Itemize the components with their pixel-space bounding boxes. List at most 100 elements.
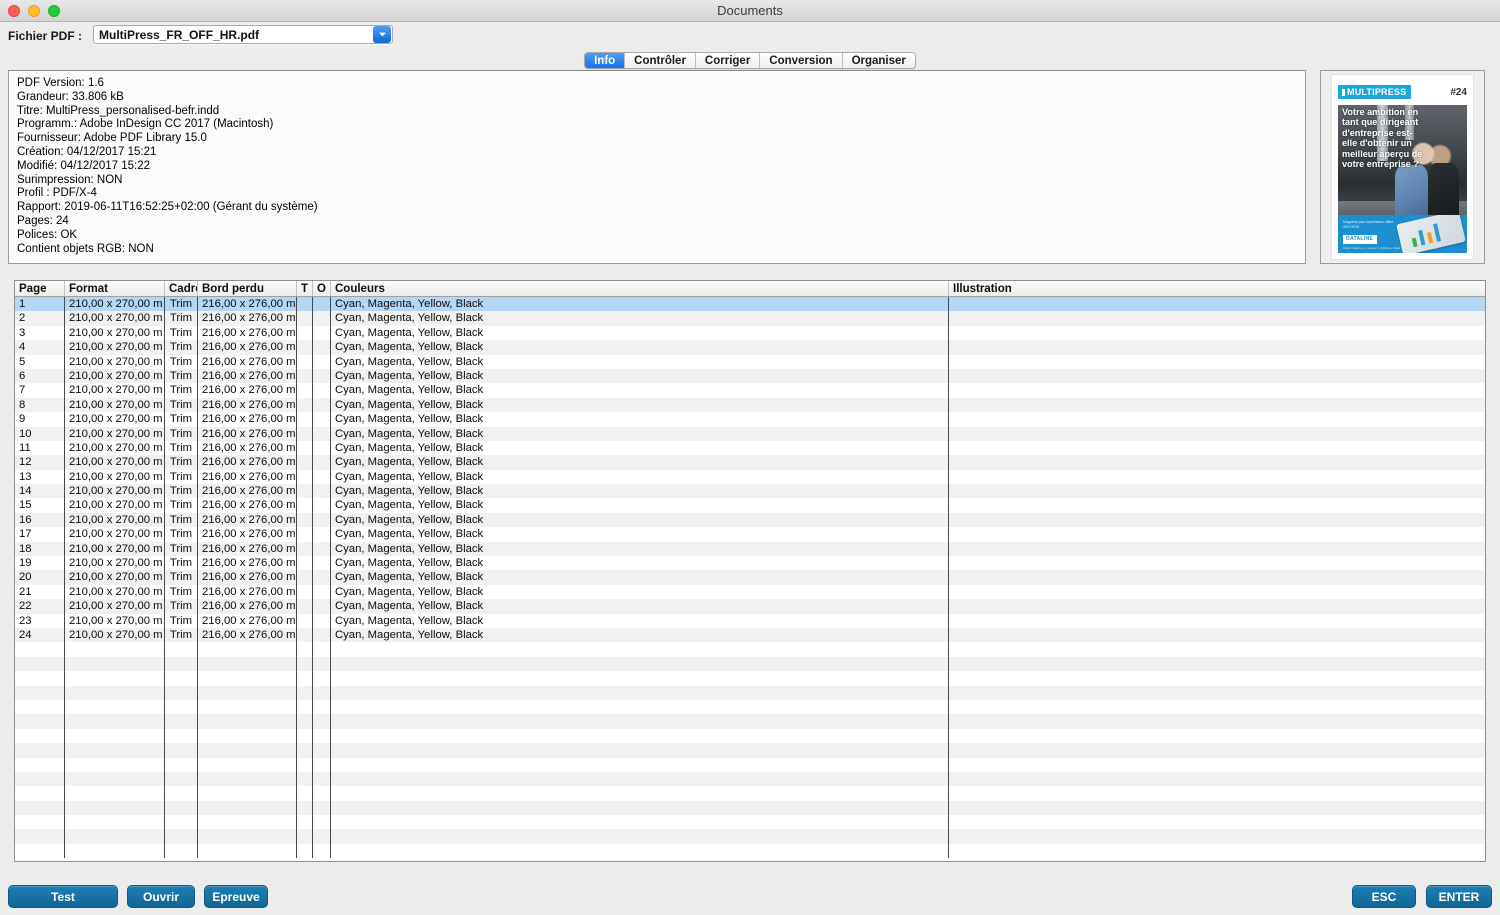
table-row[interactable] — [15, 843, 1485, 859]
table-row[interactable] — [15, 685, 1485, 700]
cell-cadre — [165, 714, 198, 729]
pages-table[interactable]: Page Format Cadre Bord perdu T O Couleur… — [14, 280, 1486, 862]
cell-format — [65, 829, 165, 844]
cell-cadre — [165, 786, 198, 801]
table-row[interactable]: 11 210,00 x 270,00 m Trim 216,00 x 276,00 m… — [15, 440, 1485, 456]
table-row[interactable]: 23 210,00 x 270,00 m Trim 216,00 x 276,00 m… — [15, 613, 1485, 628]
table-row[interactable] — [15, 728, 1485, 744]
table-row[interactable] — [15, 771, 1485, 787]
table-row[interactable]: 15 210,00 x 270,00 m Trim 216,00 x 276,00 m… — [15, 498, 1485, 513]
tab-controler[interactable]: Contrôler — [625, 53, 696, 68]
cell-t — [297, 484, 313, 499]
column-header-format[interactable]: Format — [65, 281, 165, 296]
cell-page — [15, 656, 65, 672]
column-header-couleurs[interactable]: Couleurs — [331, 281, 949, 296]
epreuve-button[interactable]: Epreuve — [204, 885, 268, 908]
column-header-cadre[interactable]: Cadre — [165, 281, 198, 296]
table-row[interactable]: 6 210,00 x 270,00 m Trim 216,00 x 276,00 m C… — [15, 368, 1485, 384]
table-row[interactable] — [15, 699, 1485, 715]
chevron-down-icon[interactable] — [373, 26, 391, 43]
cell-bord-perdu: 216,00 x 276,00 m — [198, 584, 297, 600]
table-row[interactable]: 2 210,00 x 270,00 m Trim 216,00 x 276,00 m C… — [15, 311, 1485, 326]
photo-person-shirt — [1394, 165, 1429, 219]
cell-format: 210,00 x 270,00 m — [65, 527, 165, 542]
enter-button[interactable]: ENTER — [1426, 885, 1492, 908]
pdf-file-combobox[interactable]: MultiPress_FR_OFF_HR.pdf — [93, 25, 393, 44]
table-row[interactable]: 5 210,00 x 270,00 m Trim 216,00 x 276,00 m C… — [15, 354, 1485, 369]
cell-o — [313, 455, 331, 470]
table-row[interactable]: 19 210,00 x 270,00 m Trim 216,00 x 276,00 m… — [15, 556, 1485, 571]
cell-o — [313, 397, 331, 413]
table-row[interactable]: 22 210,00 x 270,00 m Trim 216,00 x 276,00 m… — [15, 599, 1485, 614]
cell-format — [65, 642, 165, 657]
cell-bord-perdu: 216,00 x 276,00 m — [198, 368, 297, 384]
table-row[interactable]: 4 210,00 x 270,00 m Trim 216,00 x 276,00 m C… — [15, 340, 1485, 355]
cell-bord-perdu — [198, 757, 297, 772]
table-row[interactable] — [15, 642, 1485, 657]
cell-format: 210,00 x 270,00 m — [65, 584, 165, 600]
table-row[interactable]: 12 210,00 x 270,00 m Trim 216,00 x 276,00 m… — [15, 455, 1485, 470]
cell-couleurs: Cyan, Magenta, Yellow, Black — [331, 484, 949, 499]
minimize-button[interactable] — [28, 5, 40, 17]
table-row[interactable]: 1 210,00 x 270,00 m Trim 216,00 x 276,00 m C… — [15, 297, 1485, 312]
table-row[interactable]: 3 210,00 x 270,00 m Trim 216,00 x 276,00 m C… — [15, 325, 1485, 341]
issue-number: #24 — [1450, 86, 1467, 98]
cell-cadre — [165, 656, 198, 672]
cell-cadre — [165, 800, 198, 816]
close-button[interactable] — [8, 5, 20, 17]
cell-t — [297, 426, 313, 441]
table-row[interactable] — [15, 656, 1485, 672]
table-row[interactable]: 17 210,00 x 270,00 m Trim 216,00 x 276,00 m… — [15, 527, 1485, 542]
table-row[interactable] — [15, 757, 1485, 772]
cell-page: 6 — [15, 368, 65, 384]
cell-page: 12 — [15, 455, 65, 470]
column-header-page[interactable]: Page — [15, 281, 65, 296]
cell-format — [65, 771, 165, 787]
table-row[interactable] — [15, 714, 1485, 729]
cell-bord-perdu — [198, 728, 297, 744]
table-row[interactable]: 21 210,00 x 270,00 m Trim 216,00 x 276,00 m… — [15, 584, 1485, 600]
table-row[interactable]: 16 210,00 x 270,00 m Trim 216,00 x 276,00 m… — [15, 512, 1485, 528]
tab-organiser[interactable]: Organiser — [842, 53, 915, 68]
table-row[interactable]: 24 210,00 x 270,00 m Trim 216,00 x 276,00 m… — [15, 627, 1485, 643]
table-row[interactable]: 18 210,00 x 270,00 m Trim 216,00 x 276,00 m… — [15, 541, 1485, 557]
cell-page: 23 — [15, 613, 65, 628]
cell-couleurs: Cyan, Magenta, Yellow, Black — [331, 311, 949, 326]
table-row[interactable] — [15, 671, 1485, 686]
cell-cadre: Trim — [165, 311, 198, 326]
cell-couleurs — [331, 685, 949, 700]
table-row[interactable]: 9 210,00 x 270,00 m Trim 216,00 x 276,00 m C… — [15, 412, 1485, 427]
pdf-cover-preview[interactable]: MULTIPRESS #24 Logiciel ERP pour imprime… — [1320, 70, 1485, 264]
ouvrir-button[interactable]: Ouvrir — [127, 885, 195, 908]
table-row[interactable]: 13 210,00 x 270,00 m Trim 216,00 x 276,00 m… — [15, 469, 1485, 485]
table-row[interactable] — [15, 815, 1485, 830]
cell-o — [313, 613, 331, 628]
table-row[interactable] — [15, 800, 1485, 816]
cell-couleurs: Cyan, Magenta, Yellow, Black — [331, 340, 949, 355]
column-header-o[interactable]: O — [313, 281, 331, 296]
table-row[interactable] — [15, 786, 1485, 801]
esc-button[interactable]: ESC — [1352, 885, 1416, 908]
table-row[interactable]: 7 210,00 x 270,00 m Trim 216,00 x 276,00 m C… — [15, 383, 1485, 398]
cell-format: 210,00 x 270,00 m — [65, 469, 165, 485]
cell-format: 210,00 x 270,00 m — [65, 556, 165, 571]
tab-corriger[interactable]: Corriger — [695, 53, 761, 68]
cell-format — [65, 757, 165, 772]
column-header-t[interactable]: T — [297, 281, 313, 296]
table-row[interactable]: 20 210,00 x 270,00 m Trim 216,00 x 276,00 m… — [15, 570, 1485, 585]
table-row[interactable]: 8 210,00 x 270,00 m Trim 216,00 x 276,00 m C… — [15, 397, 1485, 413]
column-header-bord-perdu[interactable]: Bord perdu — [198, 281, 297, 296]
maximize-button[interactable] — [48, 5, 60, 17]
cell-page — [15, 728, 65, 744]
cell-couleurs: Cyan, Magenta, Yellow, Black — [331, 426, 949, 441]
table-row[interactable]: 14 210,00 x 270,00 m Trim 216,00 x 276,00 m… — [15, 484, 1485, 499]
test-button[interactable]: Test — [8, 885, 118, 908]
tab-info[interactable]: Info — [585, 53, 626, 68]
table-row[interactable]: 10 210,00 x 270,00 m Trim 216,00 x 276,00 m… — [15, 426, 1485, 441]
column-header-illustration[interactable]: Illustration — [949, 281, 1484, 296]
cell-illustration — [949, 844, 1484, 858]
cell-couleurs: Cyan, Magenta, Yellow, Black — [331, 469, 949, 485]
table-row[interactable] — [15, 829, 1485, 844]
table-row[interactable] — [15, 743, 1485, 758]
tab-conversion[interactable]: Conversion — [760, 53, 843, 68]
